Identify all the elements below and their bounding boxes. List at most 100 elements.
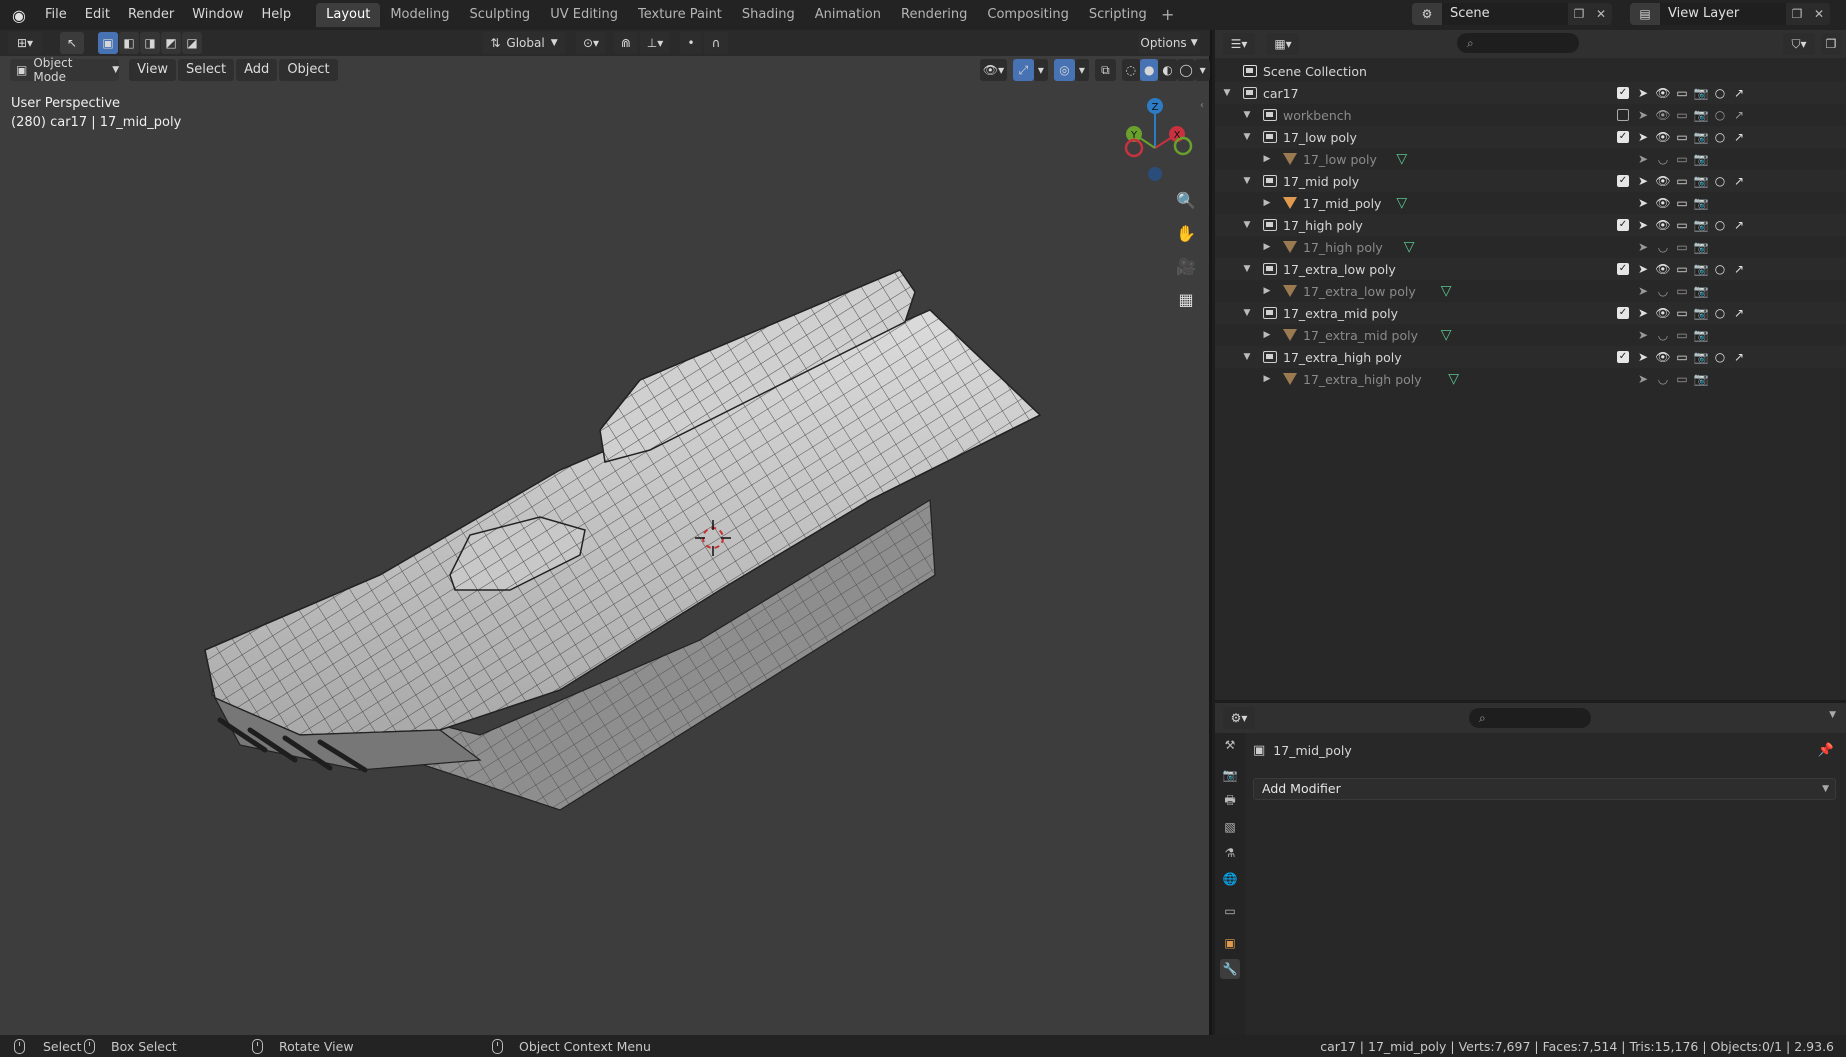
exclude-checkbox[interactable] — [1617, 109, 1629, 121]
world-tab-icon[interactable]: 🌐 — [1220, 869, 1240, 889]
indirect-only-icon[interactable]: ↗ — [1731, 173, 1747, 189]
outliner-item-label[interactable]: 17_extra_high poly — [1303, 372, 1422, 387]
outliner-object-row[interactable]: ▶ 17_extra_low poly ▽ ➤ ◡ ▭ 📷 — [1215, 280, 1846, 302]
viewport-display-icon[interactable]: ▭ — [1674, 129, 1690, 145]
mesh-data-icon[interactable]: ▽ — [1396, 195, 1407, 211]
expand-right-icon[interactable]: ▶ — [1261, 198, 1273, 208]
selectable-arrow-icon[interactable]: ➤ — [1635, 327, 1651, 343]
outliner-item-label[interactable]: 17_mid poly — [1283, 174, 1359, 189]
render-camera-icon[interactable]: 📷 — [1693, 151, 1709, 167]
viewport-menu-view[interactable]: View — [129, 59, 177, 81]
mesh-data-icon[interactable]: ▽ — [1404, 239, 1415, 255]
exclude-checkbox[interactable]: ✓ — [1617, 87, 1629, 99]
render-camera-icon[interactable]: 📷 — [1693, 371, 1709, 387]
render-camera-icon[interactable]: 📷 — [1693, 173, 1709, 189]
select-box-intersect-icon[interactable]: ◪ — [182, 32, 202, 54]
material-preview-icon[interactable]: ◐ — [1158, 59, 1177, 81]
render-camera-icon[interactable]: 📷 — [1693, 261, 1709, 277]
outliner-item-label[interactable]: 17_low poly — [1283, 130, 1357, 145]
viewport-menu-add[interactable]: Add — [236, 59, 278, 81]
viewport-menu-select[interactable]: Select — [178, 59, 235, 81]
menu-render[interactable]: Render — [119, 4, 183, 26]
gizmo-x-label[interactable]: X — [1174, 130, 1181, 141]
object-name-label[interactable]: 17_mid_poly — [1273, 743, 1351, 758]
display-mode-icon[interactable]: ▦▾ — [1267, 33, 1299, 55]
menu-file[interactable]: File — [36, 4, 76, 26]
indirect-only-icon[interactable]: ↗ — [1731, 349, 1747, 365]
add-workspace-button[interactable]: + — [1157, 4, 1179, 26]
exclude-checkbox[interactable]: ✓ — [1617, 219, 1629, 231]
render-camera-icon[interactable]: 📷 — [1693, 283, 1709, 299]
render-camera-icon[interactable]: 📷 — [1693, 195, 1709, 211]
outliner-item-label[interactable]: 17_mid_poly — [1303, 196, 1381, 211]
selectable-arrow-icon[interactable]: ➤ — [1635, 85, 1651, 101]
holdout-icon[interactable]: ○ — [1712, 349, 1728, 365]
properties-editor-type-icon[interactable]: ⚙▾ — [1223, 707, 1255, 729]
mesh-data-icon[interactable]: ▽ — [1448, 371, 1459, 387]
indirect-only-icon[interactable]: ↗ — [1731, 261, 1747, 277]
scene-name-field[interactable]: Scene — [1442, 3, 1568, 25]
scene-tab-icon[interactable]: ⚗ — [1220, 843, 1240, 863]
indirect-only-icon[interactable]: ↗ — [1731, 129, 1747, 145]
pivot-point-icon[interactable]: ⊙▾ — [576, 32, 606, 54]
shading-menu-icon[interactable]: ▾ — [1195, 59, 1210, 81]
outliner-collection-row[interactable]: ▼ car17 ✓ ➤ 👁 ▭ 📷 ○ ↗ — [1215, 82, 1846, 104]
snap-target-icon[interactable]: ⊥▾ — [640, 32, 670, 54]
viewport-display-icon[interactable]: ▭ — [1674, 85, 1690, 101]
view-layer-selector[interactable]: ▤ View Layer ❐ ✕ — [1630, 3, 1830, 25]
outliner-item-label[interactable]: 17_extra_mid poly — [1283, 306, 1398, 321]
mesh-canvas[interactable]: Z X Y — [0, 30, 1210, 1035]
expand-down-icon[interactable]: ▼ — [1241, 264, 1253, 274]
outliner-collection-row[interactable]: ▼ 17_high poly ✓ ➤ 👁 ▭ 📷 ○ ↗ — [1215, 214, 1846, 236]
mesh-data-icon[interactable]: ▽ — [1396, 151, 1407, 167]
viewport-display-icon[interactable]: ▭ — [1674, 327, 1690, 343]
viewport-display-icon[interactable]: ▭ — [1674, 107, 1690, 123]
expand-down-icon[interactable]: ▼ — [1241, 352, 1253, 362]
indirect-only-icon[interactable]: ↗ — [1731, 107, 1747, 123]
visibility-eye-icon[interactable]: 👁 — [1655, 129, 1671, 145]
tab-scripting[interactable]: Scripting — [1079, 3, 1157, 27]
collection-tab-icon[interactable]: ▭ — [1220, 901, 1240, 921]
exclude-checkbox[interactable]: ✓ — [1617, 351, 1629, 363]
selectable-arrow-icon[interactable]: ➤ — [1635, 239, 1651, 255]
tab-uv-editing[interactable]: UV Editing — [540, 3, 628, 27]
selectable-arrow-icon[interactable]: ➤ — [1635, 129, 1651, 145]
outliner-item-label[interactable]: 17_extra_low poly — [1283, 262, 1396, 277]
outliner-collection-row[interactable]: ▼ 17_mid poly ✓ ➤ 👁 ▭ 📷 ○ ↗ — [1215, 170, 1846, 192]
visibility-eye-icon[interactable]: 👁 — [1655, 261, 1671, 277]
selectable-arrow-icon[interactable]: ➤ — [1635, 283, 1651, 299]
render-camera-icon[interactable]: 📷 — [1693, 349, 1709, 365]
render-camera-icon[interactable]: 📷 — [1693, 305, 1709, 321]
gizmo-menu-icon[interactable]: ▾ — [1033, 59, 1049, 81]
filter-icon[interactable]: ⛉▾ — [1783, 33, 1815, 55]
solid-shading-icon[interactable]: ● — [1139, 59, 1159, 81]
select-box-invert-icon[interactable]: ◩ — [161, 32, 181, 54]
menu-help[interactable]: Help — [253, 4, 301, 26]
outliner-object-row[interactable]: ▶ 17_high poly ▽ ➤ ◡ ▭ 📷 — [1215, 236, 1846, 258]
visibility-eye-icon[interactable]: 👁 — [1655, 349, 1671, 365]
selectable-arrow-icon[interactable]: ➤ — [1635, 173, 1651, 189]
expand-right-icon[interactable]: ▶ — [1261, 242, 1273, 252]
outliner-collection-row[interactable]: ▼ workbench ➤ 👁 ▭ 📷 ○ ↗ — [1215, 104, 1846, 126]
holdout-icon[interactable]: ○ — [1712, 261, 1728, 277]
outliner-collection-row[interactable]: ▼ 17_low poly ✓ ➤ 👁 ▭ 📷 ○ ↗ — [1215, 126, 1846, 148]
delete-scene-icon[interactable]: ✕ — [1590, 3, 1612, 25]
outliner-item-label[interactable]: 17_extra_mid poly — [1303, 328, 1418, 343]
selectable-arrow-icon[interactable]: ➤ — [1635, 217, 1651, 233]
outliner-item-label[interactable]: 17_extra_low poly — [1303, 284, 1416, 299]
expand-down-icon[interactable]: ▼ — [1241, 220, 1253, 230]
outliner-item-label[interactable]: 17_low poly — [1303, 152, 1377, 167]
delete-view-layer-icon[interactable]: ✕ — [1808, 3, 1830, 25]
select-box-new-icon[interactable]: ▣ — [98, 32, 118, 54]
editor-type-icon[interactable]: ⊞▾ — [8, 32, 42, 54]
hidden-eye-icon[interactable]: ◡ — [1655, 327, 1671, 343]
outliner-collection-row[interactable]: ▼ 17_extra_high poly ✓ ➤ 👁 ▭ 📷 ○ ↗ — [1215, 346, 1846, 368]
view-layer-name-field[interactable]: View Layer — [1660, 3, 1786, 25]
outliner-object-row[interactable]: ▶ 17_mid_poly ▽ ➤ 👁 ▭ 📷 — [1215, 192, 1846, 214]
tab-modeling[interactable]: Modeling — [380, 3, 459, 27]
expand-down-icon[interactable]: ▼ — [1221, 88, 1233, 98]
select-box-extend-icon[interactable]: ◧ — [119, 32, 139, 54]
render-camera-icon[interactable]: 📷 — [1693, 85, 1709, 101]
outliner-item-label[interactable]: car17 — [1263, 86, 1299, 101]
outliner-object-row[interactable]: ▶ 17_extra_high poly ▽ ➤ ◡ ▭ 📷 — [1215, 368, 1846, 390]
